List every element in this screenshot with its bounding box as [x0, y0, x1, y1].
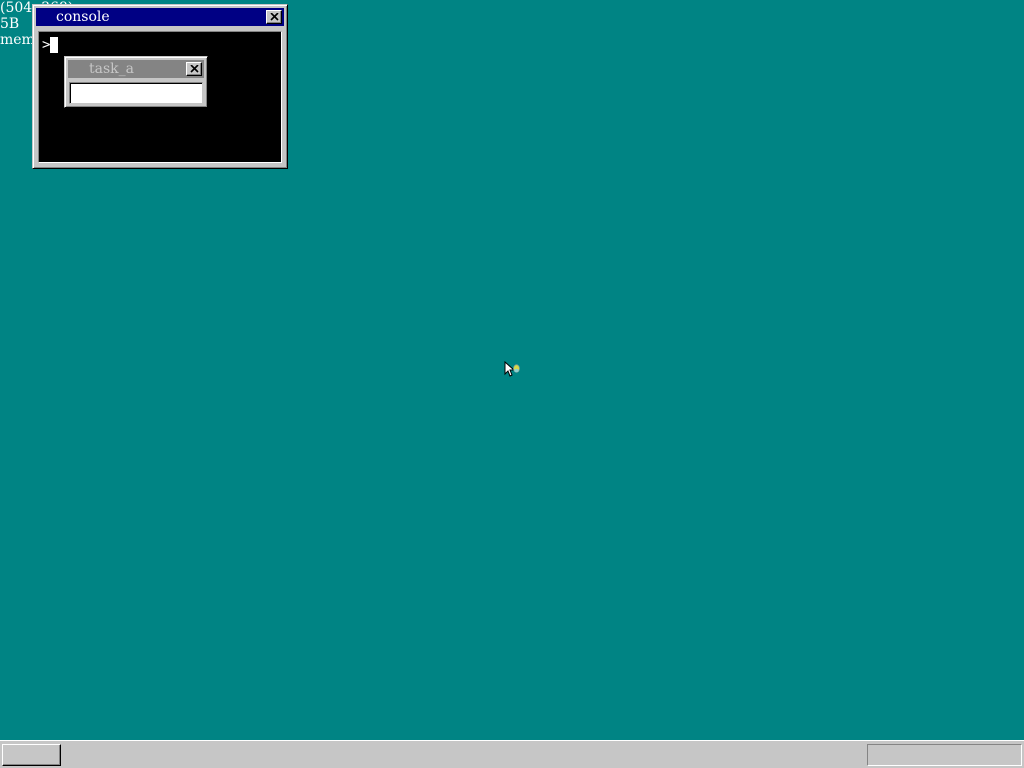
task-a-window[interactable]: task_a: [64, 56, 208, 108]
key-code-readout: 5B: [0, 16, 20, 32]
task-a-input-field[interactable]: [69, 82, 203, 104]
console-close-button[interactable]: [266, 10, 282, 24]
desktop[interactable]: (504, 368) 5B memo console > task_a: [0, 0, 1024, 740]
console-window-title: console: [56, 9, 110, 25]
task-a-close-button[interactable]: [186, 62, 202, 76]
task-a-window-title: task_a: [89, 61, 134, 77]
task-a-titlebar[interactable]: task_a: [68, 60, 204, 78]
start-button[interactable]: [2, 744, 61, 766]
close-icon: [190, 65, 199, 73]
taskbar: [0, 740, 1024, 768]
system-tray: [867, 744, 1022, 766]
close-icon: [270, 13, 279, 21]
console-cursor: [50, 37, 58, 53]
console-titlebar[interactable]: console: [36, 8, 284, 26]
mouse-pointer-icon: [504, 361, 520, 377]
